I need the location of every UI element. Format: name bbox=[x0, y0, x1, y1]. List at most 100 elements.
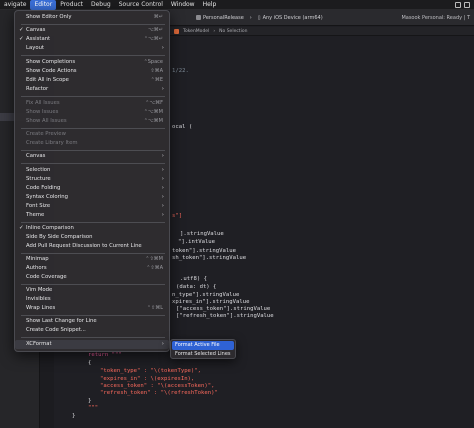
code-line: "expires_in" : \(expiresIn), bbox=[100, 376, 195, 382]
menu-separator bbox=[21, 150, 165, 151]
menu-item-label: Add Pull Request Discussion to Current L… bbox=[26, 243, 142, 249]
menu-debug[interactable]: Debug bbox=[87, 0, 115, 10]
menu-item-assistant[interactable]: ✓ Assistant ⌃⌥⌘↵ bbox=[15, 35, 169, 44]
menu-separator bbox=[21, 222, 165, 223]
code-line: token"].stringValue bbox=[172, 248, 236, 254]
menu-item-label: Side By Side Comparison bbox=[26, 234, 93, 240]
code-line: sh_token"].stringValue bbox=[172, 255, 247, 261]
code-line: ["access_token"].stringValue bbox=[176, 306, 271, 312]
menu-separator bbox=[21, 24, 165, 25]
menu-item-code-folding[interactable]: Code Folding › bbox=[15, 184, 169, 193]
menu-item-xcformat[interactable]: XCFormat › bbox=[15, 340, 169, 349]
menu-source-control[interactable]: Source Control bbox=[115, 0, 167, 10]
menu-item-show-last-change[interactable]: Show Last Change for Line bbox=[15, 317, 169, 326]
checkmark-icon: ✓ bbox=[19, 225, 24, 231]
jumpbar-file[interactable]: TokenModel bbox=[183, 29, 209, 34]
menu-item-label: Show Code Actions bbox=[26, 68, 77, 74]
chevron-right-icon: › bbox=[161, 45, 164, 51]
menu-item-create-preview[interactable]: Create Preview bbox=[15, 130, 169, 139]
menu-separator bbox=[21, 253, 165, 254]
menu-item-shortcut: ⌃Space bbox=[143, 59, 163, 65]
menu-item-canvas-toggle[interactable]: ✓ Canvas ⌥⌘↵ bbox=[15, 26, 169, 35]
menu-item-edit-all-in-scope[interactable]: Edit All in Scope ⌃⌘E bbox=[15, 76, 169, 85]
menu-navigate[interactable]: avigate bbox=[0, 0, 30, 10]
menu-product[interactable]: Product bbox=[56, 0, 87, 10]
menu-item-invisibles[interactable]: Invisibles bbox=[15, 295, 169, 304]
destination-selector[interactable]: ▯ Any iOS Device (arm64) bbox=[258, 15, 323, 21]
menu-item-side-by-side-comparison[interactable]: Side By Side Comparison bbox=[15, 233, 169, 242]
chevron-right-icon: › bbox=[161, 153, 164, 159]
menu-item-create-library-item[interactable]: Create Library Item bbox=[15, 139, 169, 148]
menu-item-shortcut: ⌃⇧⌘L bbox=[146, 305, 163, 311]
menu-item-fix-all-issues[interactable]: Fix All Issues ⌃⌥⌘F bbox=[15, 99, 169, 108]
jumpbar-symbol[interactable]: No Selection bbox=[219, 29, 247, 34]
status-icons bbox=[455, 1, 474, 8]
editor-menu: Show Editor Only ⌘↵ ✓ Canvas ⌥⌘↵ ✓ Assis… bbox=[14, 10, 170, 352]
menu-item-label: Minimap bbox=[26, 256, 49, 262]
menu-item-label: Authors bbox=[26, 265, 47, 271]
menu-item-shortcut: ⌃⌥⌘↵ bbox=[143, 36, 163, 42]
menu-item-label: Code Folding bbox=[26, 185, 61, 191]
menu-item-shortcut: ⌃⇧⌘A bbox=[146, 265, 163, 271]
menu-item-authors[interactable]: Authors ⌃⇧⌘A bbox=[15, 264, 169, 273]
menu-item-format-selected-lines[interactable]: Format Selected Lines bbox=[172, 350, 234, 359]
menu-item-show-all-issues[interactable]: Show All Issues ⌃⌥⌘M bbox=[15, 117, 169, 126]
scheme-selector[interactable]: PersonalRelease bbox=[196, 15, 244, 21]
device-icon: ▯ bbox=[257, 14, 261, 21]
menu-item-inline-comparison[interactable]: ✓ Inline Comparison bbox=[15, 224, 169, 233]
menu-item-label: Code Coverage bbox=[26, 274, 67, 280]
menu-item-wrap-lines[interactable]: Wrap Lines ⌃⇧⌘L bbox=[15, 304, 169, 313]
code-line: "].intValue bbox=[178, 239, 216, 245]
menu-item-show-issues[interactable]: Show Issues ⌃⌥⌘M bbox=[15, 108, 169, 117]
menu-item-syntax-coloring[interactable]: Syntax Coloring › bbox=[15, 193, 169, 202]
menu-item-canvas-submenu[interactable]: Canvas › bbox=[15, 152, 169, 161]
menu-help[interactable]: Help bbox=[199, 0, 221, 10]
code-line: "access_token" : "\(accessToken)", bbox=[100, 383, 215, 389]
chevron-right-icon: › bbox=[161, 185, 164, 191]
menu-item-code-coverage[interactable]: Code Coverage bbox=[15, 273, 169, 282]
menu-editor[interactable]: Editor bbox=[30, 0, 57, 10]
control-center-icon[interactable] bbox=[464, 1, 470, 8]
chevron-right-icon: › bbox=[161, 167, 164, 173]
menu-item-label: Fix All Issues bbox=[26, 100, 60, 106]
menu-item-theme[interactable]: Theme › bbox=[15, 211, 169, 220]
menu-item-label: Inline Comparison bbox=[26, 225, 74, 231]
menu-item-format-active-file[interactable]: Format Active File bbox=[172, 341, 234, 350]
menu-separator bbox=[21, 55, 165, 56]
menu-item-label: Structure bbox=[26, 176, 51, 182]
menu-item-label: Format Selected Lines bbox=[175, 351, 231, 357]
screen-icon[interactable] bbox=[455, 1, 461, 8]
menu-item-layout[interactable]: Layout › bbox=[15, 44, 169, 53]
menu-item-label: Create Preview bbox=[26, 131, 66, 137]
app-icon bbox=[196, 15, 201, 20]
chevron-right-icon: › bbox=[161, 212, 164, 218]
chevron-right-icon: › bbox=[161, 176, 164, 182]
chevron-right-icon: › bbox=[249, 14, 252, 21]
menu-item-structure[interactable]: Structure › bbox=[15, 175, 169, 184]
checkmark-icon: ✓ bbox=[19, 36, 24, 42]
menu-item-font-size[interactable]: Font Size › bbox=[15, 202, 169, 211]
code-line: .utf8) { bbox=[180, 276, 207, 282]
menu-window[interactable]: Window bbox=[167, 0, 199, 10]
menu-item-create-code-snippet[interactable]: Create Code Snippet... bbox=[15, 326, 169, 335]
menu-item-label: Show Issues bbox=[26, 109, 59, 115]
menu-separator bbox=[21, 315, 165, 316]
menu-item-show-completions[interactable]: Show Completions ⌃Space bbox=[15, 58, 169, 67]
menu-item-shortcut: ⌃⌘E bbox=[150, 77, 163, 83]
menu-item-shortcut: ⌃⌥⌘F bbox=[145, 100, 163, 106]
menu-item-vim-mode[interactable]: Vim Mode bbox=[15, 286, 169, 295]
code-line: ].stringValue bbox=[180, 231, 224, 237]
menu-item-add-pull-request-discussion[interactable]: Add Pull Request Discussion to Current L… bbox=[15, 242, 169, 251]
menu-item-shortcut: ⌃⇧⌘M bbox=[145, 256, 163, 262]
chevron-right-icon: › bbox=[161, 203, 164, 209]
code-line: xpires_in"].stringValue bbox=[172, 299, 250, 305]
menu-item-minimap[interactable]: Minimap ⌃⇧⌘M bbox=[15, 255, 169, 264]
menu-item-shortcut: ⌃⌥⌘M bbox=[143, 109, 163, 115]
menu-item-show-editor-only[interactable]: Show Editor Only ⌘↵ bbox=[15, 13, 169, 22]
menu-item-selection[interactable]: Selection › bbox=[15, 166, 169, 175]
code-line: s"] bbox=[172, 213, 183, 219]
menu-item-show-code-actions[interactable]: Show Code Actions ⇧⌘A bbox=[15, 67, 169, 76]
code-line: n_type"].stringValue bbox=[172, 292, 240, 298]
menu-item-refactor[interactable]: Refactor › bbox=[15, 85, 169, 94]
code-line: } bbox=[88, 398, 92, 404]
